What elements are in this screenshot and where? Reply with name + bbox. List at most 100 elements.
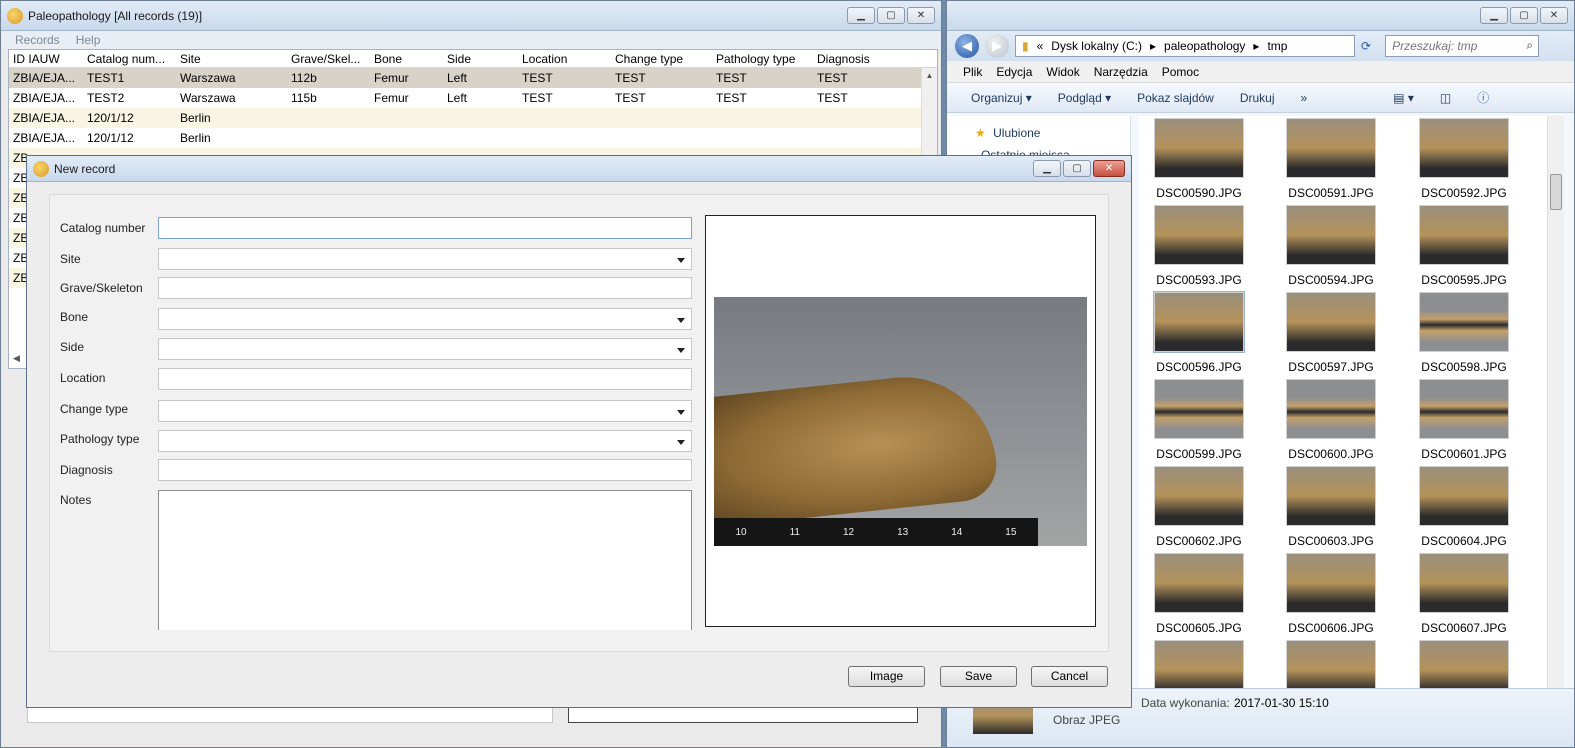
scroll-up-icon[interactable]: ▲: [922, 68, 937, 84]
scroll-thumb[interactable]: [1550, 174, 1562, 210]
table-cell: [518, 108, 611, 128]
column-header[interactable]: Site: [176, 50, 287, 67]
close-button[interactable]: ✕: [907, 7, 935, 24]
location-input[interactable]: [158, 368, 692, 390]
dialog-titlebar: New record ▁ ▢ ✕: [27, 156, 1131, 182]
file-thumbnail[interactable]: DSC00604.JPG: [1404, 466, 1524, 548]
file-thumbnail[interactable]: DSC00596.JPG: [1139, 291, 1259, 374]
file-thumbnail[interactable]: DSC00594.JPG: [1271, 205, 1391, 287]
image-button[interactable]: Image: [848, 666, 925, 687]
file-thumbnail[interactable]: DSC00602.JPG: [1139, 466, 1259, 548]
file-thumbnail[interactable]: DSC00599.JPG: [1139, 379, 1259, 461]
column-header[interactable]: Diagnosis: [813, 50, 913, 67]
change-type-select[interactable]: [158, 400, 692, 422]
slideshow-button[interactable]: Pokaz slajdów: [1137, 91, 1214, 105]
table-cell: TEST: [716, 71, 747, 85]
thumbnails-scrollbar[interactable]: [1547, 116, 1564, 688]
change-type-label: Change type: [60, 402, 129, 416]
table-row[interactable]: ZBIA/EJA... 120/1/12 Berlin: [9, 108, 937, 128]
column-header[interactable]: Pathology type: [712, 50, 813, 67]
site-select[interactable]: [158, 248, 692, 270]
menu-edycja[interactable]: Edycja: [996, 65, 1032, 79]
table-row[interactable]: ZBIA/EJA... 120/1/12 Berlin: [9, 128, 937, 148]
table-cell: Left: [447, 71, 468, 85]
notes-label: Notes: [60, 493, 92, 507]
maximize-button[interactable]: ▢: [1063, 160, 1091, 177]
help-icon[interactable]: ⓘ: [1477, 89, 1489, 106]
ruler: 10 11 12 13 14 15: [714, 518, 1038, 546]
notes-textarea[interactable]: [158, 490, 692, 630]
close-button[interactable]: ✕: [1540, 7, 1568, 24]
menu-plik[interactable]: Plik: [963, 65, 982, 79]
file-thumbnail[interactable]: DSC00600.JPG: [1271, 379, 1391, 461]
more-button[interactable]: »: [1301, 91, 1308, 105]
diagnosis-input[interactable]: [158, 459, 692, 481]
side-select[interactable]: [158, 338, 692, 360]
column-header[interactable]: Side: [443, 50, 518, 67]
file-thumbnail[interactable]: [1139, 640, 1259, 688]
refresh-icon[interactable]: ⟳: [1361, 39, 1371, 53]
table-cell: Berlin: [180, 111, 211, 125]
search-input[interactable]: Przeszukaj: tmp ⌕: [1385, 35, 1540, 57]
file-thumbnail[interactable]: DSC00607.JPG: [1404, 553, 1524, 635]
menu-widok[interactable]: Widok: [1046, 65, 1079, 79]
preview-button[interactable]: Podgląd ▾: [1058, 91, 1111, 105]
cancel-button[interactable]: Cancel: [1031, 666, 1108, 687]
organize-button[interactable]: Organizuj ▾: [971, 91, 1032, 105]
minimize-button[interactable]: ▁: [847, 7, 875, 24]
column-header[interactable]: Catalog num...: [83, 50, 176, 67]
photo-thumbnail-icon: [1419, 640, 1509, 688]
bone-select[interactable]: [158, 308, 692, 330]
file-thumbnail[interactable]: DSC00590.JPG: [1139, 118, 1259, 200]
column-header[interactable]: Bone: [370, 50, 443, 67]
pathology-type-select[interactable]: [158, 430, 692, 452]
search-icon[interactable]: ⌕: [1526, 38, 1533, 53]
file-thumbnail[interactable]: DSC00597.JPG: [1271, 292, 1391, 374]
column-header[interactable]: Change type: [611, 50, 712, 67]
preview-pane-icon[interactable]: ◫: [1440, 91, 1451, 105]
table-cell: TEST: [522, 91, 553, 105]
address-bar[interactable]: ▮ « Dysk lokalny (C:) ▸ paleopathology ▸…: [1015, 35, 1355, 57]
file-thumbnail[interactable]: [1404, 640, 1524, 688]
menu-pomoc[interactable]: Pomoc: [1162, 65, 1199, 79]
bone-photo: 10 11 12 13 14 15: [714, 297, 1087, 546]
file-thumbnail[interactable]: DSC00605.JPG: [1139, 553, 1259, 635]
file-thumbnail[interactable]: DSC00593.JPG: [1139, 205, 1259, 287]
breadcrumb-drive[interactable]: Dysk lokalny (C:): [1051, 39, 1142, 53]
grave-skeleton-input[interactable]: [158, 277, 692, 299]
back-button[interactable]: ◀: [955, 34, 979, 58]
explorer-toolbar: Organizuj ▾ Podgląd ▾ Pokaz slajdów Druk…: [947, 83, 1574, 113]
breadcrumb-current[interactable]: tmp: [1267, 39, 1287, 53]
view-options-icon[interactable]: ▤ ▾: [1393, 91, 1414, 105]
menu-help[interactable]: Help: [76, 33, 101, 47]
save-button[interactable]: Save: [940, 666, 1017, 687]
file-thumbnail[interactable]: DSC00592.JPG: [1404, 118, 1524, 200]
maximize-button[interactable]: ▢: [1510, 7, 1538, 24]
file-thumbnail[interactable]: DSC00601.JPG: [1404, 379, 1524, 461]
nav-item-favorites[interactable]: ★ Ulubione: [975, 126, 1040, 140]
print-button[interactable]: Drukuj: [1240, 91, 1275, 105]
file-thumbnail[interactable]: DSC00598.JPG: [1404, 292, 1524, 374]
file-thumbnail[interactable]: DSC00606.JPG: [1271, 553, 1391, 635]
file-thumbnail[interactable]: DSC00595.JPG: [1404, 205, 1524, 287]
catalog-number-input[interactable]: [158, 217, 692, 239]
file-thumbnail[interactable]: DSC00591.JPG: [1271, 118, 1391, 200]
menu-narzedzia[interactable]: Narzędzia: [1094, 65, 1148, 79]
breadcrumb-folder[interactable]: paleopathology: [1164, 39, 1245, 53]
column-header[interactable]: ID IAUW: [9, 50, 83, 67]
table-row[interactable]: ZBIA/EJA... TEST1 Warszawa 112b Femur Left TES…: [9, 68, 937, 88]
column-header[interactable]: Grave/Skel...: [287, 50, 370, 67]
table-cell: ZBIA/EJA...: [13, 111, 76, 125]
forward-button[interactable]: ▶: [985, 34, 1009, 58]
file-thumbnail[interactable]: DSC00603.JPG: [1271, 466, 1391, 548]
menu-records[interactable]: Records: [15, 33, 60, 47]
file-thumbnail[interactable]: [1271, 640, 1391, 688]
column-header[interactable]: Location: [518, 50, 611, 67]
close-button[interactable]: ✕: [1093, 160, 1125, 177]
minimize-button[interactable]: ▁: [1480, 7, 1508, 24]
maximize-button[interactable]: ▢: [877, 7, 905, 24]
scroll-left-icon[interactable]: ◀: [13, 353, 20, 364]
minimize-button[interactable]: ▁: [1033, 160, 1061, 177]
breadcrumb-overflow[interactable]: «: [1037, 39, 1044, 53]
table-row[interactable]: ZBIA/EJA... TEST2 Warszawa 115b Femur Left TES…: [9, 88, 937, 108]
